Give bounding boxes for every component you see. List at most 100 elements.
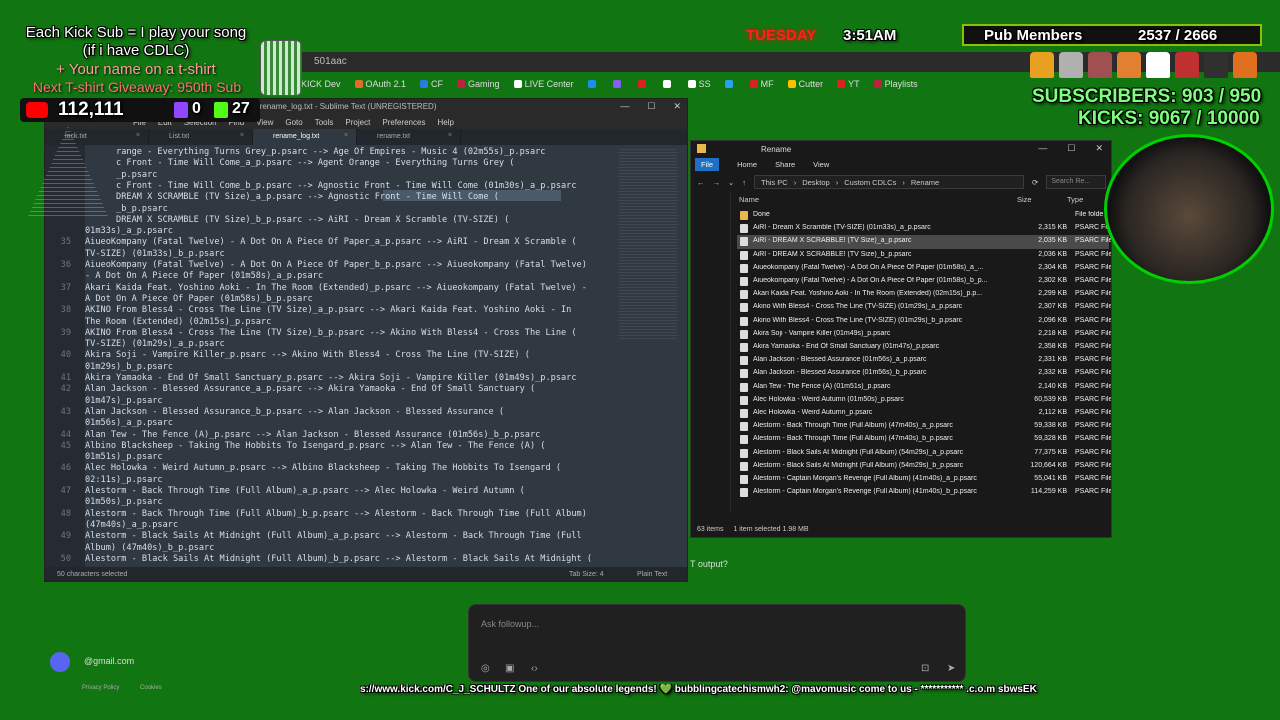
- status-syntax[interactable]: Plain Text: [637, 571, 667, 578]
- bookmark-item[interactable]: [637, 79, 649, 89]
- minimap[interactable]: [619, 149, 677, 339]
- maximize-button[interactable]: ☐: [1067, 143, 1075, 154]
- file-size: 2,332 KB: [1038, 369, 1067, 377]
- bookmark-item[interactable]: [612, 79, 624, 89]
- file-row[interactable]: Akino With Bless4 - Cross The Line (TV-S…: [737, 301, 1111, 314]
- file-row[interactable]: Alestorm - Black Sails At Midnight (Full…: [737, 447, 1111, 460]
- breadcrumb-item[interactable]: This PC: [761, 178, 788, 187]
- followup-input[interactable]: Ask followup...: [481, 619, 539, 629]
- editor-tab[interactable]: List.txt ×: [149, 129, 253, 145]
- globe-icon[interactable]: ◎: [481, 663, 490, 674]
- tshirt-icon: [1175, 52, 1199, 78]
- bookmark-item[interactable]: OAuth 2.1: [354, 79, 406, 89]
- code-line: 44 Alan Tew - The Fence (A)_p.psarc --> A…: [45, 430, 625, 441]
- chevron-down-icon[interactable]: ⌄: [728, 178, 734, 187]
- file-row[interactable]: Akira Yamaoka - End Of Small Sanctuary (…: [737, 341, 1111, 354]
- bookmark-item[interactable]: [587, 79, 599, 89]
- up-arrow-icon[interactable]: ↑: [742, 178, 746, 187]
- code-icon[interactable]: ‹›: [531, 663, 538, 674]
- cookies-link[interactable]: Cookies: [140, 685, 162, 691]
- bookmark-label: KICK Dev: [301, 79, 341, 89]
- menu-item[interactable]: Preferences: [382, 118, 425, 127]
- bookmark-item[interactable]: Gaming: [457, 79, 500, 89]
- bookmark-item[interactable]: CF: [420, 79, 443, 89]
- file-row[interactable]: Aiueokompany (Fatal Twelve) - A Dot On A…: [737, 262, 1111, 275]
- code-line: TV-SIZE) (01m29s)_a_p.psarc: [45, 339, 625, 350]
- menu-item[interactable]: Tools: [315, 118, 334, 127]
- menu-item[interactable]: Project: [345, 118, 370, 127]
- bookmark-item[interactable]: SS: [687, 79, 711, 89]
- editor-tab[interactable]: rename.txt ×: [357, 129, 461, 145]
- breadcrumb-item[interactable]: Rename: [911, 178, 939, 187]
- back-arrow-icon[interactable]: ←: [697, 178, 705, 187]
- file-row[interactable]: AiRI - Dream X Scramble (TV-SIZE) (01m33…: [737, 222, 1109, 235]
- file-row[interactable]: AiRI - DREAM X SCRABBLE! (TV Size)_a_p.p…: [737, 235, 1111, 249]
- editor-tab[interactable]: rename_log.txt ×: [253, 129, 357, 145]
- editor-tab[interactable]: lock.txt ×: [45, 129, 149, 145]
- attach-icon[interactable]: ⊡: [921, 663, 929, 674]
- bookmark-item[interactable]: Cutter: [787, 79, 823, 89]
- bookmark-item[interactable]: MF: [749, 79, 774, 89]
- file-row[interactable]: Alan Jackson - Blessed Assurance (01m56s…: [737, 354, 1111, 367]
- explorer-search-input[interactable]: Search Re...: [1046, 175, 1107, 189]
- col-name-header[interactable]: Name: [739, 195, 759, 204]
- breadcrumb-item[interactable]: Custom CDLCs: [844, 178, 896, 187]
- close-button[interactable]: ✕: [1095, 143, 1103, 154]
- explorer-breadcrumb[interactable]: This PC › Desktop › Custom CDLCs › Rename: [754, 175, 1025, 189]
- bookmark-item[interactable]: [662, 79, 674, 89]
- file-type: PSARC File: [1075, 475, 1111, 482]
- file-row[interactable]: Akira Soji - Vampire Killer (01m49s)_p.p…: [737, 328, 1111, 341]
- file-icon: [740, 448, 748, 458]
- status-tab-size[interactable]: Tab Size: 4: [569, 571, 604, 578]
- file-type: PSARC File: [1075, 277, 1111, 284]
- file-row[interactable]: Alestorm - Black Sails At Midnight (Full…: [737, 460, 1111, 473]
- file-row[interactable]: Akari Kaida Feat. Yoshino Aoki - In The …: [737, 288, 1111, 301]
- bookmark-item[interactable]: YT: [837, 79, 860, 89]
- send-icon[interactable]: ➤: [947, 663, 955, 674]
- navigation-pane[interactable]: [691, 193, 731, 513]
- file-row[interactable]: Aiueokompany (Fatal Twelve) - A Dot On A…: [737, 275, 1111, 288]
- maximize-button[interactable]: ☐: [647, 101, 655, 112]
- file-row[interactable]: Alec Holowka - Weird Autumn_p.psarc 2,112…: [737, 407, 1111, 420]
- forward-arrow-icon[interactable]: →: [713, 178, 721, 187]
- tab-close-icon[interactable]: ×: [136, 132, 140, 139]
- menu-item[interactable]: Help: [437, 118, 453, 127]
- file-row[interactable]: Alec Holowka - Weird Autumn (01m50s)_p.p…: [737, 394, 1111, 407]
- bookmark-icon: [587, 80, 596, 88]
- refresh-icon[interactable]: ⟳: [1032, 178, 1038, 187]
- bookmark-item[interactable]: Playlists: [873, 79, 918, 89]
- code-line: 48 Alestorm - Back Through Time (Full Alb…: [45, 509, 625, 520]
- file-row[interactable]: AiRI - DREAM X SCRABBLE! (TV Size)_b_p.p…: [737, 249, 1111, 262]
- file-row[interactable]: Alestorm - Captain Morgan's Revenge (Ful…: [737, 473, 1111, 486]
- file-row[interactable]: Alestorm - Captain Morgan's Revenge (Ful…: [737, 486, 1111, 499]
- file-row[interactable]: Done File folde: [737, 209, 1109, 222]
- close-button[interactable]: ✕: [673, 101, 681, 112]
- minimize-button[interactable]: —: [1038, 143, 1047, 154]
- bookmark-item[interactable]: [724, 79, 736, 89]
- breadcrumb-item[interactable]: Desktop: [802, 178, 830, 187]
- ribbon-tab[interactable]: Home: [737, 160, 757, 169]
- ribbon-tab[interactable]: View: [813, 160, 829, 169]
- image-icon[interactable]: ▣: [505, 663, 514, 674]
- ribbon-tab[interactable]: Share: [775, 160, 795, 169]
- breadcrumb-separator-icon: ›: [835, 177, 839, 187]
- file-icon: [740, 435, 748, 445]
- menu-item[interactable]: Goto: [285, 118, 302, 127]
- tab-close-icon[interactable]: ×: [448, 132, 452, 139]
- editor-area[interactable]: range - Everything Turns Grey_p.psarc --…: [45, 145, 687, 567]
- tshirt-gallery: [1030, 50, 1260, 82]
- ribbon-tab[interactable]: File: [695, 157, 720, 171]
- file-row[interactable]: Alestorm - Back Through Time (Full Album…: [737, 433, 1111, 446]
- file-row[interactable]: Alan Jackson - Blessed Assurance (01m56s…: [737, 367, 1111, 380]
- tab-close-icon[interactable]: ×: [344, 132, 348, 139]
- bookmark-item[interactable]: LIVE Center: [513, 79, 574, 89]
- col-type-header[interactable]: Type: [1067, 195, 1083, 204]
- privacy-link[interactable]: Privacy Policy: [82, 685, 119, 691]
- tshirt-icon: [1204, 52, 1228, 78]
- file-row[interactable]: Alan Tew - The Fence (A) (01m51s)_p.psar…: [737, 381, 1111, 394]
- file-row[interactable]: Akino With Bless4 - Cross The Line (TV-S…: [737, 315, 1111, 328]
- minimize-button[interactable]: —: [620, 101, 629, 112]
- file-row[interactable]: Alestorm - Back Through Time (Full Album…: [737, 420, 1111, 433]
- tab-close-icon[interactable]: ×: [240, 132, 244, 139]
- col-size-header[interactable]: Size: [1017, 195, 1032, 204]
